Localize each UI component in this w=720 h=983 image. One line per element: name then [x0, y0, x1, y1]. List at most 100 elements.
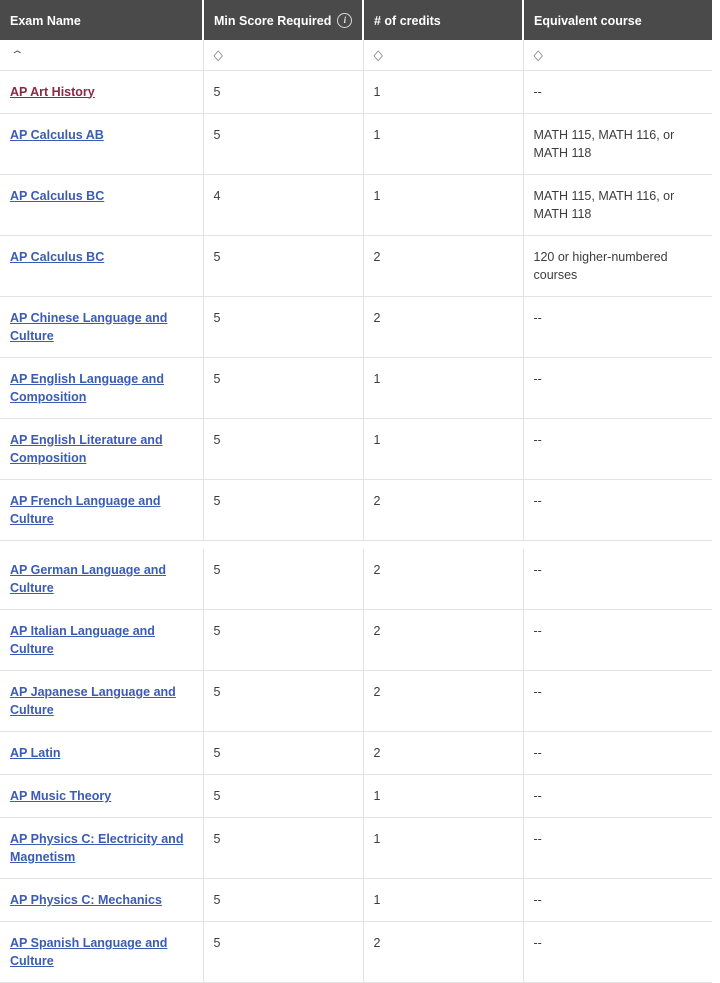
column-header-label: # of credits	[374, 13, 441, 28]
cell-min-score-required: 5	[203, 418, 364, 480]
sort-cell-number-of-credits[interactable]: ◇	[363, 40, 524, 71]
exam-name-link[interactable]: AP Physics C: Mechanics	[10, 893, 162, 907]
cell-min-score-required: 5	[203, 113, 364, 175]
exam-name-link[interactable]: AP Calculus AB	[10, 128, 104, 142]
column-header-min-score-required[interactable]: Min Score Required i	[203, 0, 364, 40]
page-break-gap	[0, 540, 712, 549]
sort-control-row: ⌃ ◇ ◇ ◇	[0, 40, 712, 71]
cell-min-score-required: 5	[203, 878, 364, 922]
table-row: AP Spanish Language and Culture 5 2 --	[0, 921, 712, 983]
cell-equivalent-course: --	[523, 774, 712, 818]
table-row: AP English Literature and Composition 5 1-…	[0, 418, 712, 480]
exam-name-link[interactable]: AP German Language and Culture	[10, 563, 166, 595]
cell-min-score-required: 5	[203, 296, 364, 358]
exam-name-link[interactable]: AP Physics C: Electricity and Magnetism	[10, 832, 183, 864]
cell-equivalent-course: --	[523, 479, 712, 541]
cell-min-score-required: 5	[203, 670, 364, 732]
cell-equivalent-course: --	[523, 670, 712, 732]
table-row: AP Calculus AB 5 1 MATH 115, MATH 116, or M…	[0, 113, 712, 175]
table-header: Exam Name Min Score Required i # of cred…	[0, 0, 712, 71]
cell-number-of-credits: 2	[363, 235, 524, 297]
exam-name-link[interactable]: AP English Literature and Composition	[10, 433, 163, 465]
cell-exam-name: AP Art History	[0, 70, 204, 114]
column-header-exam-name[interactable]: Exam Name	[0, 0, 204, 40]
table-row: AP Art History 5 1 --	[0, 70, 712, 114]
sort-unsorted-icon[interactable]: ◇	[534, 48, 543, 62]
cell-number-of-credits: 1	[363, 817, 524, 879]
column-header-number-of-credits[interactable]: # of credits	[363, 0, 524, 40]
sort-cell-exam-name[interactable]: ⌃	[0, 40, 204, 71]
table-row: AP Italian Language and Culture 5 2 --	[0, 609, 712, 671]
exam-name-link[interactable]: AP Calculus BC	[10, 189, 104, 203]
cell-number-of-credits: 2	[363, 296, 524, 358]
exam-name-link[interactable]: AP Latin	[10, 746, 60, 760]
table-row: AP Calculus BC 5 2 120 or higher-numbered c…	[0, 235, 712, 297]
table-row: AP Music Theory 5 1 --	[0, 774, 712, 818]
cell-min-score-required: 5	[203, 235, 364, 297]
cell-min-score-required: 5	[203, 731, 364, 775]
cell-min-score-required: 5	[203, 817, 364, 879]
cell-min-score-required: 5	[203, 549, 364, 610]
ap-credit-table: Exam Name Min Score Required i # of cred…	[0, 0, 712, 983]
cell-equivalent-course: --	[523, 418, 712, 480]
cell-exam-name: AP Physics C: Electricity and Magnetism	[0, 817, 204, 879]
cell-min-score-required: 5	[203, 357, 364, 419]
cell-number-of-credits: 2	[363, 549, 524, 610]
sort-cell-min-score-required[interactable]: ◇	[203, 40, 364, 71]
sort-unsorted-icon[interactable]: ◇	[214, 48, 223, 62]
cell-exam-name: AP Physics C: Mechanics	[0, 878, 204, 922]
cell-exam-name: AP Latin	[0, 731, 204, 775]
cell-equivalent-course: --	[523, 357, 712, 419]
cell-exam-name: AP Japanese Language and Culture	[0, 670, 204, 732]
cell-equivalent-course: --	[523, 731, 712, 775]
cell-exam-name: AP French Language and Culture	[0, 479, 204, 541]
table-row: AP German Language and Culture 5 2 --	[0, 549, 712, 610]
exam-name-link[interactable]: AP Music Theory	[10, 789, 111, 803]
cell-equivalent-course: --	[523, 549, 712, 610]
exam-name-link[interactable]: AP Chinese Language and Culture	[10, 311, 167, 343]
cell-number-of-credits: 1	[363, 357, 524, 419]
sort-unsorted-icon[interactable]: ◇	[374, 48, 383, 62]
cell-equivalent-course: 120 or higher-numbered courses	[523, 235, 712, 297]
cell-exam-name: AP Chinese Language and Culture	[0, 296, 204, 358]
cell-min-score-required: 5	[203, 70, 364, 114]
cell-exam-name: AP Italian Language and Culture	[0, 609, 204, 671]
cell-number-of-credits: 1	[363, 113, 524, 175]
cell-number-of-credits: 2	[363, 921, 524, 983]
table-row: AP Calculus BC 4 1 MATH 115, MATH 116, or M…	[0, 174, 712, 236]
table-row: AP Chinese Language and Culture 5 2 --	[0, 296, 712, 358]
exam-name-link[interactable]: AP Art History	[10, 85, 95, 99]
cell-min-score-required: 5	[203, 609, 364, 671]
table-row: AP English Language and Composition 5 1 --	[0, 357, 712, 419]
column-header-label: Min Score Required	[214, 13, 332, 28]
column-header-equivalent-course[interactable]: Equivalent course	[523, 0, 712, 40]
cell-equivalent-course: --	[523, 878, 712, 922]
cell-number-of-credits: 2	[363, 609, 524, 671]
exam-name-link[interactable]: AP English Language and Composition	[10, 372, 164, 404]
table-row: AP Japanese Language and Culture 5 2 --	[0, 670, 712, 732]
exam-name-link[interactable]: AP Italian Language and Culture	[10, 624, 155, 656]
cell-number-of-credits: 1	[363, 878, 524, 922]
cell-equivalent-course: MATH 115, MATH 116, or MATH 118	[523, 113, 712, 175]
exam-name-link[interactable]: AP Spanish Language and Culture	[10, 936, 167, 968]
info-icon[interactable]: i	[337, 13, 353, 28]
exam-name-link[interactable]: AP French Language and Culture	[10, 494, 161, 526]
table-row: AP Latin 5 2 --	[0, 731, 712, 775]
cell-exam-name: AP Calculus BC	[0, 235, 204, 297]
cell-equivalent-course: --	[523, 296, 712, 358]
cell-exam-name: AP Spanish Language and Culture	[0, 921, 204, 983]
sort-ascending-icon[interactable]: ⌃	[10, 49, 25, 60]
page-break-gap-cell	[0, 540, 712, 549]
sort-cell-equivalent-course[interactable]: ◇	[523, 40, 712, 71]
exam-name-link[interactable]: AP Japanese Language and Culture	[10, 685, 176, 717]
cell-min-score-required: 5	[203, 774, 364, 818]
column-header-row: Exam Name Min Score Required i # of cred…	[0, 0, 712, 40]
cell-exam-name: AP English Literature and Composition	[0, 418, 204, 480]
cell-number-of-credits: 1	[363, 774, 524, 818]
cell-exam-name: AP Calculus AB	[0, 113, 204, 175]
cell-number-of-credits: 1	[363, 174, 524, 236]
cell-exam-name: AP English Language and Composition	[0, 357, 204, 419]
column-header-label: Equivalent course	[534, 13, 642, 28]
exam-name-link[interactable]: AP Calculus BC	[10, 250, 104, 264]
cell-exam-name: AP Calculus BC	[0, 174, 204, 236]
